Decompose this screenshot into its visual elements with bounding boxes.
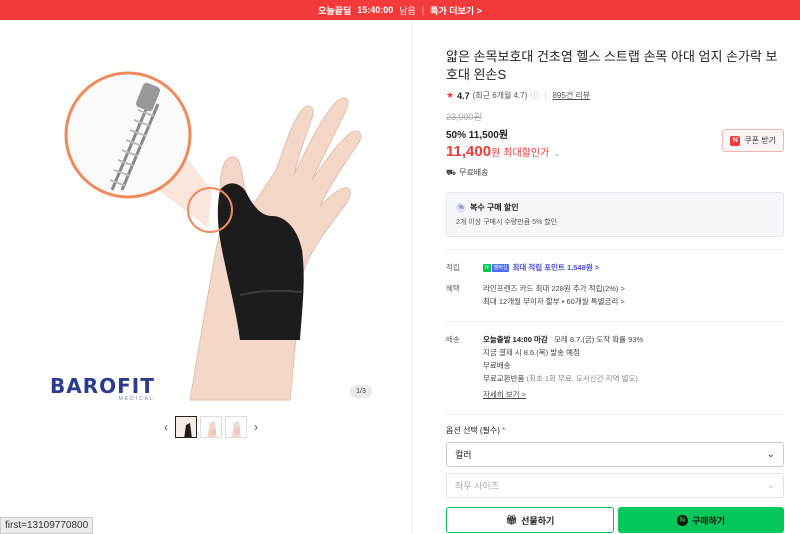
option-label: 옵션 선택 (필수) *	[446, 425, 784, 436]
promo-banner[interactable]: 오늘끝딜 15:40:00 남음 | 특가 더보기 >	[0, 0, 800, 20]
reviews-link[interactable]: 895건 리뷰	[552, 90, 590, 101]
installment-link[interactable]: 최대 12개월 무이자 할부 • 60개월 특별금리 >	[483, 296, 625, 308]
points-text: 최대 적립 포인트 1,548원 >	[512, 263, 600, 272]
size-select[interactable]: 좌우 사이즈 ⌄	[446, 473, 784, 498]
product-title: 얇은 손목보호대 건초염 헬스 스트랩 손목 아대 엄지 손가락 보호대 왼손S	[446, 49, 778, 82]
max-discount-amount: 11,400	[446, 143, 492, 160]
coupon-label: 쿠폰 받기	[744, 136, 776, 145]
divider	[446, 321, 784, 322]
max-discount-price[interactable]: 11,400원 최대할인가 ⌄	[446, 143, 560, 160]
chevron-down-icon: ⌄	[766, 449, 775, 460]
option-label-text: 옵션 선택 (필수)	[446, 426, 500, 435]
brand-name: BAROFIT	[50, 374, 155, 398]
arrival-estimate: 모레 8.7.(금) 도착 확률 93%	[554, 335, 644, 344]
chevron-right-icon[interactable]: ›	[250, 420, 262, 434]
chevron-left-icon[interactable]: ‹	[160, 420, 172, 434]
product-gallery: BAROFIT MEDICAL 1/3 ‹ › first=1310977080…	[0, 20, 413, 534]
naver-n-icon: N	[730, 135, 741, 146]
chevron-down-icon: ⌄	[553, 149, 561, 158]
rating-score: 4.7	[457, 90, 470, 101]
action-buttons: 🎁︎ 선물하기 N 구매하기	[446, 507, 784, 533]
debug-label: first=13109770800	[0, 517, 94, 534]
info-icon[interactable]: ⓘ	[530, 90, 538, 101]
countdown-suffix: 남음	[399, 5, 416, 16]
more-deals-link[interactable]: 특가 더보기 >	[430, 4, 482, 17]
points-link[interactable]: N 멤버십 최대 적립 포인트 1,548원 >	[483, 262, 599, 274]
currency-unit: 원	[491, 148, 501, 159]
free-return-note: (최초 1회 무료, 도서산간 지역 별도)	[526, 374, 638, 383]
free-shipping: 무료배송	[483, 361, 511, 370]
points-key: 적립	[446, 263, 460, 272]
countdown-timer: 15:40:00	[357, 5, 394, 15]
rating-recent: (최근 6개월 4.7)	[472, 91, 528, 100]
coupon-button[interactable]: N 쿠폰 받기	[722, 129, 784, 152]
delivery-row: 배송 오늘출발 14:00 마감 모레 8.7.(금) 도착 확률 93% 지금…	[446, 334, 784, 402]
delivery-key: 배송	[446, 335, 460, 344]
benefits-key: 혜택	[446, 284, 460, 293]
free-return: 무료교환반품	[483, 374, 525, 383]
shipping-info: ⛟ 무료배송	[446, 167, 784, 178]
rating-divider: |	[544, 91, 547, 100]
gift-label: 선물하기	[521, 515, 555, 526]
banner-divider: |	[421, 5, 425, 15]
today-deal-label: 오늘끝딜	[318, 5, 352, 16]
benefits-row: 혜택 라인프렌즈 카드 최대 228원 추가 적립(2%) > 최대 12개월 …	[446, 283, 784, 309]
star-icon: ★	[446, 90, 455, 100]
thumbnail-1[interactable]	[175, 416, 197, 438]
ship-date: 지금 결제 시 8.6.(목) 발송 예정	[483, 348, 580, 357]
original-price: 23,000원	[446, 112, 482, 122]
shipping-label: 무료배송	[459, 168, 489, 177]
max-discount-row: 11,400원 최대할인가 ⌄ N 쿠폰 받기	[446, 129, 784, 160]
naver-plus-badge: N 멤버십	[483, 264, 510, 273]
multi-buy-discount: % 복수 구매 할인 2개 이상 구매시 수량만큼 5% 할인	[446, 192, 784, 237]
thumbnail-strip: ‹ ›	[160, 416, 262, 438]
discount-icon: %	[456, 202, 466, 213]
max-discount-label: 최대할인가	[503, 148, 550, 159]
product-info: 얇은 손목보호대 건초염 헬스 스트랩 손목 아대 엄지 손가락 보호대 왼손S…	[446, 20, 784, 533]
points-row: 적립 N 멤버십 최대 적립 포인트 1,548원 >	[446, 262, 784, 275]
chevron-down-icon: ⌄	[766, 480, 775, 491]
gift-button[interactable]: 🎁︎ 선물하기	[446, 507, 614, 533]
color-select[interactable]: 컬러 ⌄	[446, 442, 784, 467]
divider	[446, 414, 784, 415]
product-main-image[interactable]	[40, 40, 380, 402]
truck-icon: ⛟	[446, 167, 457, 177]
rating-row: ★ 4.7 (최근 6개월 4.7) ⓘ | 895건 리뷰	[446, 90, 784, 101]
color-select-value: 컬러	[455, 450, 472, 460]
buy-label: 구매하기	[691, 515, 726, 526]
buy-button[interactable]: N 구매하기	[618, 507, 784, 533]
thumbnail-2[interactable]	[200, 416, 222, 438]
gift-icon: 🎁︎	[505, 514, 518, 525]
delivery-detail-link[interactable]: 자세히 보기 >	[483, 389, 643, 401]
required-mark: *	[502, 426, 506, 435]
naver-pay-icon: N	[676, 514, 688, 526]
thumbnail-3[interactable]	[225, 416, 247, 438]
today-dispatch: 오늘출발 14:00 마감	[483, 335, 548, 344]
image-pager: 1/3	[350, 385, 372, 398]
card-benefit-link[interactable]: 라인프렌즈 카드 최대 228원 추가 적립(2%) >	[483, 283, 625, 295]
multi-buy-desc: 2개 이상 구매시 수량만큼 5% 할인	[456, 219, 558, 226]
size-select-placeholder: 좌우 사이즈	[455, 481, 499, 491]
multi-buy-title: 복수 구매 할인	[470, 203, 519, 212]
barofit-logo: BAROFIT MEDICAL	[50, 374, 155, 402]
divider	[446, 249, 784, 250]
